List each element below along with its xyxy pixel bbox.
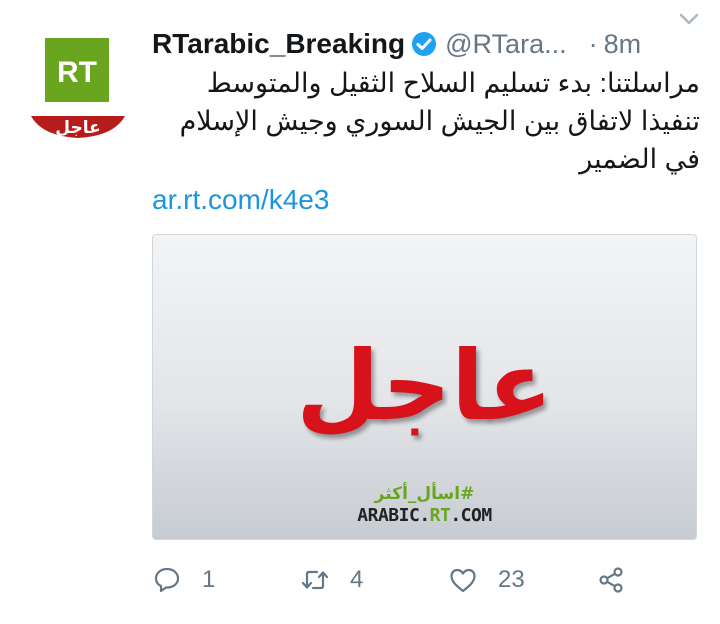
card-site-accent: RT: [429, 505, 451, 526]
verified-badge-icon: [411, 31, 437, 57]
avatar[interactable]: RT عاجل: [30, 38, 126, 142]
tweet-link[interactable]: ar.rt.com/k4e3: [152, 184, 329, 216]
avatar-logo-text: RT: [57, 56, 97, 89]
heart-icon: [450, 568, 476, 593]
share-icon: [599, 567, 623, 593]
reply-button[interactable]: 1: [152, 560, 215, 600]
reply-count: 1: [202, 566, 216, 593]
avatar-banner-text: عاجل: [55, 118, 100, 138]
like-button[interactable]: 23: [448, 560, 525, 600]
card-site-url: ARABIC.RT.COM: [153, 506, 696, 526]
card-headline: عاجل: [296, 330, 553, 442]
tweet-header: RTarabic_Breaking @RTara... · 8m: [152, 26, 700, 62]
tweet-actions: 1 4 23: [152, 560, 652, 600]
retweet-button[interactable]: 4: [300, 560, 363, 600]
card-hashtag: #اسأل_أكثر: [374, 484, 475, 504]
reply-icon: [154, 567, 180, 593]
user-handle[interactable]: @RTara...: [445, 29, 566, 60]
time-separator: ·: [588, 28, 598, 59]
share-button[interactable]: [596, 560, 626, 600]
display-name[interactable]: RTarabic_Breaking: [152, 28, 405, 60]
tweet[interactable]: RT عاجل RTarabic_Breaking @RTara... · 8m…: [0, 0, 720, 624]
retweet-icon: [301, 570, 329, 590]
tweet-timestamp[interactable]: 8m: [604, 29, 642, 60]
chevron-down-icon[interactable]: [678, 8, 700, 30]
card-site-prefix: ARABIC.: [357, 505, 430, 526]
tweet-text: مراسلتنا: بدء تسليم السلاح الثقيل والمتو…: [179, 68, 700, 174]
card-site-suffix: .COM: [450, 505, 492, 526]
like-count: 23: [498, 566, 525, 593]
media-card[interactable]: عاجل #اسأل_أكثر ARABIC.RT.COM: [152, 234, 697, 540]
retweet-count: 4: [350, 566, 364, 593]
